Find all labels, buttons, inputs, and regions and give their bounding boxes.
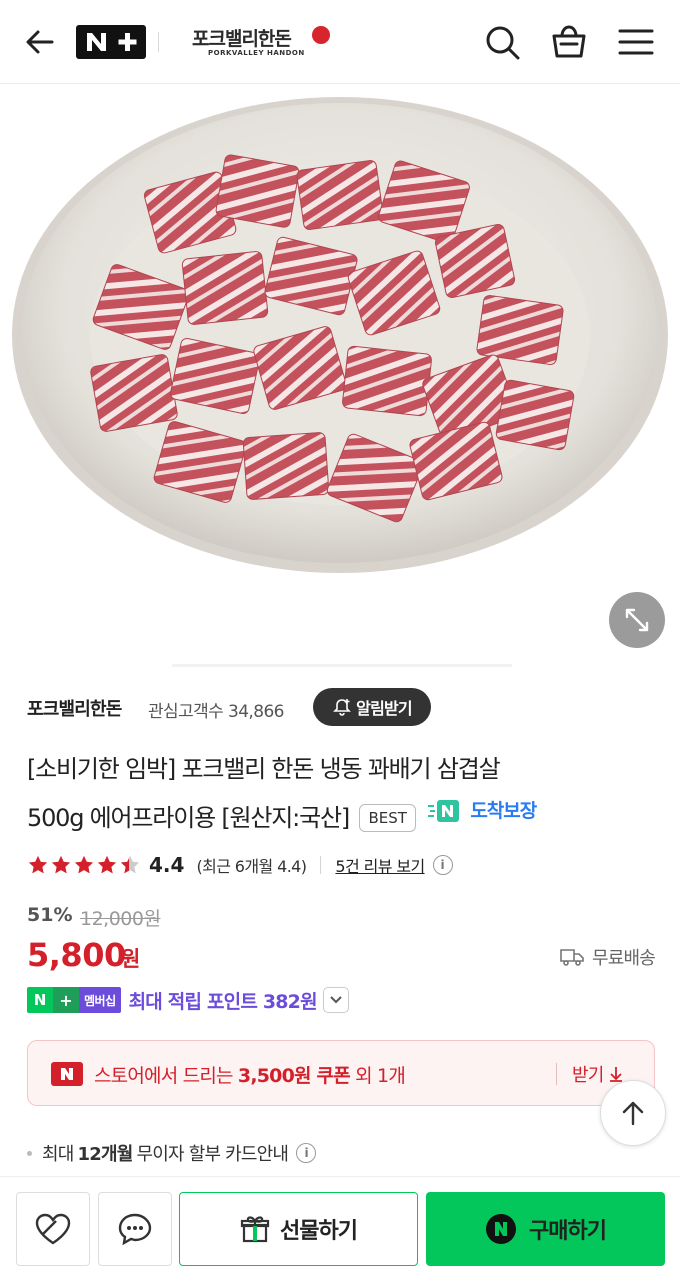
- review-link[interactable]: 5건 리뷰 보기: [335, 853, 425, 877]
- installment-info[interactable]: 최대 12개월 무이자 할부 카드안내 i: [27, 1140, 317, 1166]
- discount-rate: 51%: [27, 904, 73, 926]
- gift-button[interactable]: 선물하기: [179, 1192, 418, 1266]
- star-icon: [97, 855, 117, 874]
- header-divider: [158, 32, 159, 52]
- half-star-icon: [120, 855, 140, 874]
- pig-logo-icon: [312, 26, 330, 44]
- buy-label: 구매하기: [529, 1219, 607, 1244]
- brand-logo-subtext: PORKVALLEY HANDON: [208, 49, 305, 57]
- store-name-link[interactable]: 포크밸리한돈: [27, 695, 122, 721]
- coupon-receive-label: 받기: [572, 1065, 604, 1086]
- follower-count: 관심고객수 34,866: [148, 702, 284, 722]
- max-points-text: 최대 적립 포인트 382원: [128, 990, 318, 1013]
- product-title: [소비기한 임박] 포크밸리 한돈 냉동 꽈배기 삼겹살 500g 에어프라이용…: [27, 748, 657, 839]
- membership-n: N: [27, 987, 53, 1013]
- bell-plus-icon: [333, 699, 352, 716]
- coupon-amount: 3,500원 쿠폰: [237, 1065, 351, 1087]
- star-icon: [28, 855, 48, 874]
- cart-icon[interactable]: [549, 22, 589, 62]
- arrival-guarantee-label: 도착보장: [470, 800, 537, 822]
- gift-label: 선물하기: [280, 1219, 358, 1244]
- installment-months: 12개월: [77, 1144, 134, 1165]
- coupon-prefix: 스토어에서 드리는: [94, 1065, 238, 1087]
- truck-icon: [560, 949, 584, 966]
- bullet-dot: [27, 1150, 32, 1156]
- delivery-n-icon: [428, 800, 460, 822]
- chevron-down-icon[interactable]: [322, 987, 349, 1013]
- arrival-guarantee-badge[interactable]: 도착보장: [428, 790, 537, 832]
- info-icon[interactable]: i: [296, 1143, 317, 1163]
- star-icon: [74, 855, 94, 874]
- download-arrow-icon: [610, 1067, 623, 1082]
- star-rating: [27, 854, 141, 876]
- menu-icon[interactable]: [616, 22, 656, 62]
- nplus-store-logo[interactable]: [76, 25, 146, 59]
- subscribe-alarm-label: 알림받기: [356, 699, 412, 718]
- image-pager-indicator: [172, 664, 512, 667]
- bottom-action-bar: 선물하기 구매하기: [0, 1176, 680, 1280]
- best-badge: BEST: [359, 804, 416, 832]
- coupon-banner[interactable]: 스토어에서 드리는 3,500원 쿠폰 외 1개 받기: [27, 1040, 655, 1106]
- heart-icon: [35, 1213, 71, 1245]
- original-price: 12,000원: [80, 908, 161, 930]
- expand-image-button[interactable]: [609, 592, 665, 648]
- star-icon: [51, 855, 71, 874]
- rating-divider: [320, 856, 322, 874]
- sale-price: 5,800: [27, 936, 126, 974]
- installment-suffix: 무이자 할부 카드안내: [136, 1144, 289, 1165]
- coupon-suffix: 외 1개: [349, 1065, 406, 1087]
- buy-button[interactable]: 구매하기: [426, 1192, 665, 1266]
- subscribe-alarm-button[interactable]: 알림받기: [313, 688, 431, 726]
- installment-prefix: 최대: [42, 1144, 74, 1165]
- expand-icon: [625, 608, 649, 632]
- membership-plus: +: [53, 987, 79, 1013]
- talk-button[interactable]: [98, 1192, 172, 1266]
- gift-icon: [240, 1216, 270, 1243]
- scroll-to-top-button[interactable]: [600, 1080, 666, 1146]
- back-arrow-icon[interactable]: [22, 24, 58, 60]
- wishlist-button[interactable]: [16, 1192, 90, 1266]
- shipping-label: 무료배송: [591, 948, 656, 969]
- membership-points-row[interactable]: N + 멤버십 최대 적립 포인트 382원: [27, 986, 349, 1014]
- coupon-divider: [556, 1063, 557, 1085]
- product-image[interactable]: [0, 85, 680, 665]
- membership-label: 멤버십: [79, 987, 121, 1013]
- info-icon[interactable]: i: [432, 855, 453, 875]
- top-header: 포크밸리한돈 PORKVALLEY HANDON: [0, 0, 680, 84]
- chat-bubble-icon: [118, 1213, 152, 1246]
- rating-row: 4.4 (최근 6개월 4.4) 5건 리뷰 보기 i: [27, 850, 453, 880]
- search-icon[interactable]: [482, 22, 522, 62]
- coupon-text: 스토어에서 드리는 3,500원 쿠폰 외 1개: [94, 1061, 406, 1088]
- brand-logo[interactable]: 포크밸리한돈 PORKVALLEY HANDON: [192, 24, 338, 62]
- price-unit: 원: [121, 947, 141, 971]
- rating-score: 4.4: [149, 853, 185, 877]
- naver-n-icon: [51, 1062, 83, 1086]
- product-title-line2: 500g 에어프라이용 [원산지:국산]: [27, 804, 350, 832]
- naver-n-icon: [486, 1214, 517, 1244]
- brand-logo-text: 포크밸리한돈: [192, 28, 292, 50]
- recent-rating: (최근 6개월 4.4): [196, 857, 307, 876]
- arrow-up-icon: [622, 1101, 644, 1126]
- nplus-membership-badge: N + 멤버십: [27, 987, 121, 1013]
- product-title-line1: [소비기한 임박] 포크밸리 한돈 냉동 꽈배기 삼겹살: [27, 755, 501, 783]
- shipping-info[interactable]: 무료배송: [560, 944, 656, 970]
